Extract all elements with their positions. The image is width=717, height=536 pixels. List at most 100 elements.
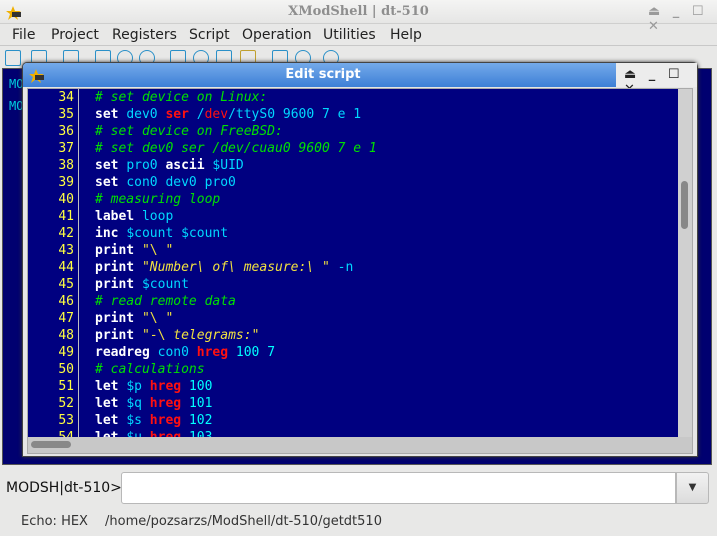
menu-script[interactable]: Script [189,27,230,43]
menu-help[interactable]: Help [390,27,422,43]
code-token: $UID [212,158,244,173]
code-token: 102 [188,413,213,428]
code-token: # set device on Linux: [95,90,268,105]
code-line: label loop [95,209,173,224]
code-line: set pro0 ascii $UID [95,158,244,173]
code-token: " [251,328,260,343]
code-token: /ttyS0 9600 7 e 1 [228,107,362,122]
code-token: let [95,379,127,394]
code-line: # measuring loop [95,192,220,207]
code-token: hreg [149,379,189,394]
code-line: print "-\ telegrams:" [95,328,259,343]
vertical-scroll-thumb[interactable] [681,181,688,229]
code-token: print [95,311,142,326]
script-editor[interactable]: 34 35 36 37 38 39 40 41 42 43 44 45 46 47 48 49 50 51 52 53… [27,88,693,454]
code-line: set dev0 ser /dev/ttyS0 9600 7 e 1 [95,107,361,122]
code-line: let $q hreg 101 [95,396,212,411]
code-token: -n [337,260,354,275]
edit-script-dialog: Edit script ⏏ _ ☐ ✕ 34353637383940414243… [22,62,698,457]
code-token: set [95,107,127,122]
code-token: telegrams: [173,328,252,343]
code-token: # calculations [95,362,205,377]
echo-status: Echo: HEX [21,514,88,529]
code-token: $count $count [126,226,229,241]
code-token: $q [126,396,150,411]
dialog-title-bar[interactable]: Edit script ⏏ _ ☐ ✕ [23,63,697,97]
code-line: print "\ " [95,311,173,326]
command-input[interactable] [121,472,676,504]
code-token: / [196,107,205,122]
code-token: label [95,209,142,224]
code-line: inc $count $count [95,226,228,241]
script-path: /home/pozsarzs/ModShell/dt-510/getdt510 [105,514,382,529]
code-line: # set device on Linux: [95,90,267,105]
window-title: XModShell | dt-510 [288,4,429,19]
code-token: 100 [188,379,213,394]
code-line: let $p hreg 100 [95,379,212,394]
new-file-icon[interactable] [5,50,21,66]
menu-file[interactable]: File [12,27,35,43]
code-token: "\ " [141,243,174,258]
code-token: # read remote data [95,294,236,309]
code-token: hreg [149,396,189,411]
code-line: print "Number\ of\ measure:\ " -n [95,260,353,275]
code-token: hreg [196,345,236,360]
code-token: readreg [95,345,158,360]
dialog-controls-area: ⏏ _ ☐ ✕ [616,63,697,97]
code-token: ascii [165,158,213,173]
code-token: let [95,413,127,428]
code-line: # set dev0 ser /dev/cuau0 9600 7 e 1 [95,141,377,156]
code-token: hreg [149,413,189,428]
code-token: let [95,396,127,411]
code-token: # measuring loop [95,192,221,207]
code-line: # set device on FreeBSD: [95,124,283,139]
code-token: dev [204,107,229,122]
menu-registers[interactable]: Registers [112,27,177,43]
code-line: set con0 dev0 pro0 [95,175,236,190]
code-area[interactable]: # set device on Linux: set dev0 ser /dev/… [28,89,678,445]
menu-operation[interactable]: Operation [242,27,312,43]
code-token: "-\ [141,328,174,343]
code-token: " [141,260,150,275]
code-token: dev0 [126,107,166,122]
horizontal-scrollbar[interactable] [28,437,692,453]
code-token: 100 7 [235,345,276,360]
code-token: ser [165,107,197,122]
code-token: " [321,260,338,275]
code-line: print $count [95,277,189,292]
code-token: $s [126,413,150,428]
menu-bar: File Project Registers Script Operation … [0,24,717,46]
code-token: 101 [188,396,213,411]
code-token: set [95,175,127,190]
code-token: loop [141,209,174,224]
code-token: print [95,328,142,343]
dialog-title: Edit script [285,67,361,82]
code-token: con0 [157,345,197,360]
code-token: print [95,243,142,258]
code-token: Number\ of\ measure:\ [149,260,322,275]
command-prompt-label: MODSH|dt-510> [6,480,122,496]
code-token: print [95,260,142,275]
code-token: # set device on FreeBSD: [95,124,283,139]
code-token: inc [95,226,127,241]
code-token: "\ " [141,311,174,326]
code-line: # calculations [95,362,205,377]
code-line: let $s hreg 102 [95,413,212,428]
code-token: print [95,277,142,292]
command-history-dropdown[interactable]: ▼ [676,472,709,504]
menu-utilities[interactable]: Utilities [323,27,376,43]
vertical-scrollbar[interactable] [678,89,692,437]
chevron-down-icon: ▼ [688,482,697,493]
code-token: # set dev0 ser /dev/cuau0 9600 7 e 1 [95,141,377,156]
title-bar: XModShell | dt-510 ⏏ _ ☐ ✕ [0,0,717,34]
code-token: pro0 [126,158,166,173]
code-line: readreg con0 hreg 100 7 [95,345,275,360]
menu-project[interactable]: Project [51,27,99,43]
code-token: $p [126,379,150,394]
code-line: print "\ " [95,243,173,258]
code-token: set [95,158,127,173]
code-token: con0 dev0 pro0 [126,175,236,190]
code-line: # read remote data [95,294,236,309]
horizontal-scroll-thumb[interactable] [31,441,71,448]
code-token: $count [141,277,189,292]
